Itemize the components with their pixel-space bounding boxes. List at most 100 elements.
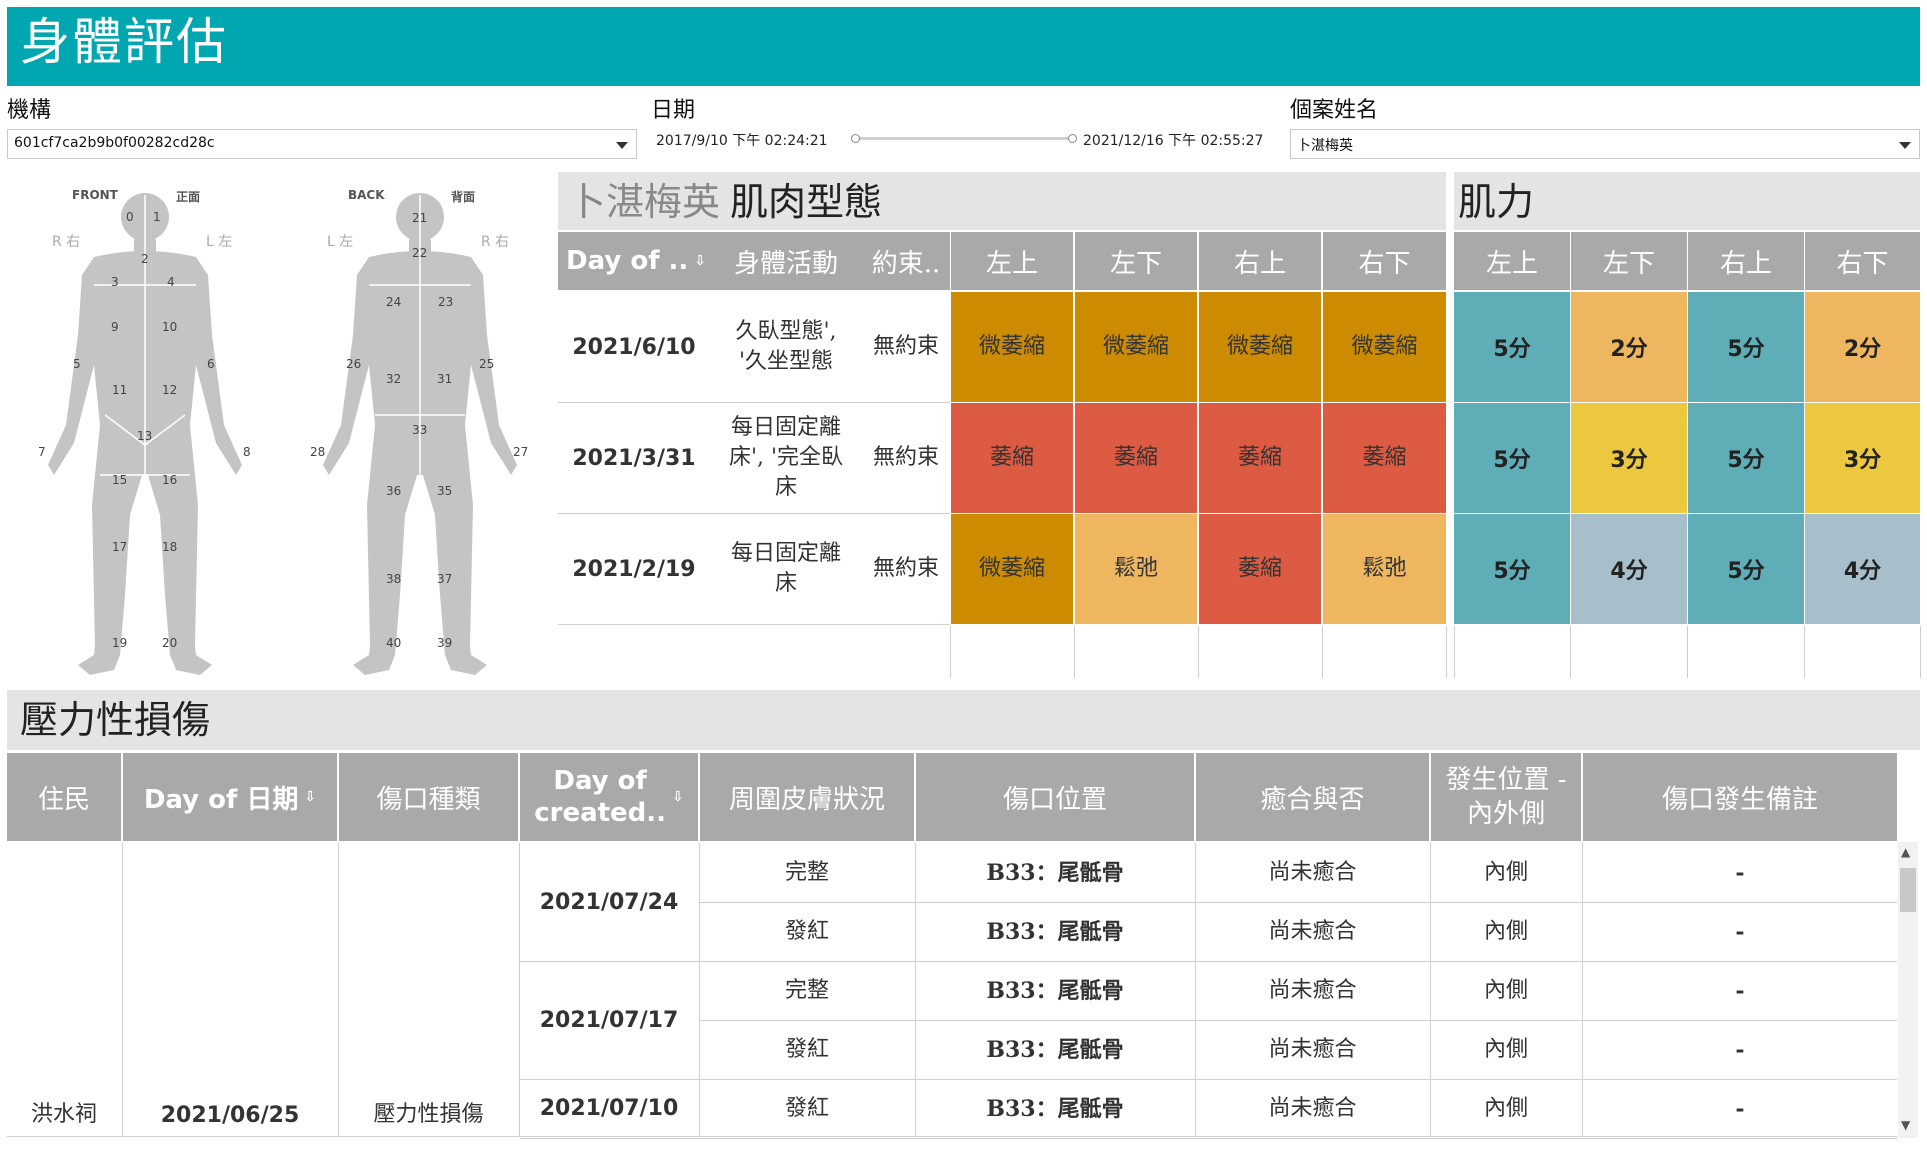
pressure-col-location[interactable]: 傷口位置 — [916, 753, 1194, 841]
date-slider-start-handle[interactable] — [851, 134, 860, 143]
body-region-18[interactable]: 18 — [162, 540, 177, 554]
muscle-value-cell[interactable]: 微萎縮 — [1323, 292, 1446, 402]
muscle-col-restraint[interactable]: 約束.. — [862, 232, 950, 290]
muscle-value-cell[interactable]: 鬆弛 — [1323, 514, 1446, 624]
body-region-32[interactable]: 32 — [386, 372, 401, 386]
pressure-col-side[interactable]: 發生位置 - 內外側 — [1431, 753, 1581, 841]
muscle-col-activity[interactable]: 身體活動 — [710, 232, 862, 290]
strength-value-cell[interactable]: 4分 — [1571, 514, 1687, 624]
muscle-value-cell[interactable]: 微萎縮 — [951, 514, 1073, 624]
resident-select[interactable]: 卜湛梅英 — [1290, 129, 1920, 159]
org-select[interactable]: 601cf7ca2b9b0f00282cd28c — [7, 129, 637, 159]
strength-col-right-upper[interactable]: 右上 — [1688, 232, 1804, 290]
muscle-value-cell[interactable]: 微萎縮 — [951, 292, 1073, 402]
body-region-0[interactable]: 0 — [126, 210, 134, 224]
body-region-35[interactable]: 35 — [437, 484, 452, 498]
sort-icon[interactable]: ⇩ — [672, 781, 684, 813]
scroll-up-icon[interactable]: ▲ — [1901, 845, 1910, 859]
muscle-col-right-upper[interactable]: 右上 — [1199, 232, 1321, 290]
body-region-38[interactable]: 38 — [386, 572, 401, 586]
strength-value-cell[interactable]: 5分 — [1454, 292, 1570, 402]
body-region-36[interactable]: 36 — [386, 484, 401, 498]
muscle-value-cell[interactable]: 萎縮 — [1075, 403, 1197, 513]
body-region-12[interactable]: 12 — [162, 383, 177, 397]
muscle-value-cell[interactable]: 鬆弛 — [1075, 514, 1197, 624]
strength-col-left-upper[interactable]: 左上 — [1454, 232, 1570, 290]
body-region-1[interactable]: 1 — [153, 210, 161, 224]
muscle-col-left-lower[interactable]: 左下 — [1075, 232, 1197, 290]
muscle-value-cell[interactable]: 萎縮 — [1199, 403, 1321, 513]
body-region-4[interactable]: 4 — [167, 275, 175, 289]
body-region-25[interactable]: 25 — [479, 357, 494, 371]
pressure-scrollbar-thumb[interactable] — [1900, 868, 1916, 912]
body-region-19[interactable]: 19 — [112, 636, 127, 650]
body-region-5[interactable]: 5 — [73, 357, 81, 371]
strength-value-cell[interactable]: 5分 — [1454, 403, 1570, 513]
muscle-value-cell[interactable]: 微萎縮 — [1199, 292, 1321, 402]
body-region-9[interactable]: 9 — [111, 320, 119, 334]
muscle-col-left-upper[interactable]: 左上 — [951, 232, 1073, 290]
pressure-col-skin[interactable]: 周圍皮膚狀況 — [700, 753, 914, 841]
body-region-27[interactable]: 27 — [513, 445, 528, 459]
strength-value-cell[interactable]: 2分 — [1571, 292, 1687, 402]
body-region-3[interactable]: 3 — [111, 275, 119, 289]
strength-value-cell[interactable]: 5分 — [1688, 292, 1804, 402]
strength-value-cell[interactable]: 5分 — [1688, 514, 1804, 624]
body-region-10[interactable]: 10 — [162, 320, 177, 334]
sort-icon[interactable]: ⇩ — [304, 789, 316, 805]
pressure-col-wound-type[interactable]: 傷口種類 — [339, 753, 518, 841]
body-region-13[interactable]: 13 — [137, 429, 152, 443]
body-region-8[interactable]: 8 — [243, 445, 251, 459]
strength-value-cell[interactable]: 5分 — [1454, 514, 1570, 624]
body-region-39[interactable]: 39 — [437, 636, 452, 650]
pressure-date: 2021/06/25 — [160, 1102, 300, 1128]
strength-value-cell[interactable]: 4分 — [1805, 514, 1920, 624]
muscle-value-cell[interactable]: 萎縮 — [1199, 514, 1321, 624]
strength-value-cell[interactable]: 5分 — [1688, 403, 1804, 513]
pressure-col-healed[interactable]: 癒合與否 — [1196, 753, 1429, 841]
scroll-down-icon[interactable]: ▼ — [1901, 1118, 1910, 1132]
strength-col-right-lower[interactable]: 右下 — [1805, 232, 1920, 290]
muscle-value-cell[interactable]: 微萎縮 — [1075, 292, 1197, 402]
pressure-side: 內側 — [1483, 1095, 1528, 1121]
body-region-22[interactable]: 22 — [412, 246, 427, 260]
pressure-skin: 完整 — [784, 859, 829, 885]
body-region-24[interactable]: 24 — [386, 295, 401, 309]
body-silhouette-graphic — [48, 193, 517, 675]
strength-value-cell[interactable]: 2分 — [1805, 292, 1920, 402]
muscle-value-cell[interactable]: 萎縮 — [1323, 403, 1446, 513]
body-region-33[interactable]: 33 — [412, 423, 427, 437]
date-range-slider[interactable] — [855, 137, 1075, 140]
body-region-16[interactable]: 16 — [162, 473, 177, 487]
muscle-col-right-lower[interactable]: 右下 — [1323, 232, 1446, 290]
date-slider-end-handle[interactable] — [1068, 134, 1077, 143]
body-region-2[interactable]: 2 — [141, 252, 149, 266]
muscle-value-cell[interactable]: 萎縮 — [951, 403, 1073, 513]
strength-value-cell[interactable]: 3分 — [1805, 403, 1920, 513]
body-region-31[interactable]: 31 — [437, 372, 452, 386]
pressure-col-date[interactable]: Day of 日期 ⇩ — [123, 753, 337, 841]
body-region-40[interactable]: 40 — [386, 636, 401, 650]
resident-select-value: 卜湛梅英 — [1297, 138, 1353, 154]
pressure-col-note[interactable]: 傷口發生備註 — [1583, 753, 1897, 841]
body-region-17[interactable]: 17 — [112, 540, 127, 554]
pressure-col-resident[interactable]: 住民 — [7, 753, 121, 841]
muscle-col-date[interactable]: Day of .. ⇩ — [558, 232, 710, 290]
strength-value-cell[interactable]: 3分 — [1571, 403, 1687, 513]
date-range-end: 2021/12/16 下午 02:55:27 — [1083, 133, 1264, 149]
body-region-20[interactable]: 20 — [162, 636, 177, 650]
body-region-28[interactable]: 28 — [310, 445, 325, 459]
body-region-11[interactable]: 11 — [112, 383, 127, 397]
pressure-col-date-label: Day of 日期 — [143, 784, 299, 815]
body-region-23[interactable]: 23 — [438, 295, 453, 309]
body-region-37[interactable]: 37 — [437, 572, 452, 586]
body-region-6[interactable]: 6 — [207, 357, 215, 371]
pressure-col-created[interactable]: Day of created.. ⇩ — [520, 753, 698, 841]
column-divider — [519, 843, 520, 1136]
body-region-7[interactable]: 7 — [38, 445, 46, 459]
body-region-15[interactable]: 15 — [112, 473, 127, 487]
strength-col-left-lower[interactable]: 左下 — [1571, 232, 1687, 290]
body-region-26[interactable]: 26 — [346, 357, 361, 371]
body-region-21[interactable]: 21 — [412, 211, 427, 225]
sort-icon[interactable]: ⇩ — [694, 253, 706, 269]
